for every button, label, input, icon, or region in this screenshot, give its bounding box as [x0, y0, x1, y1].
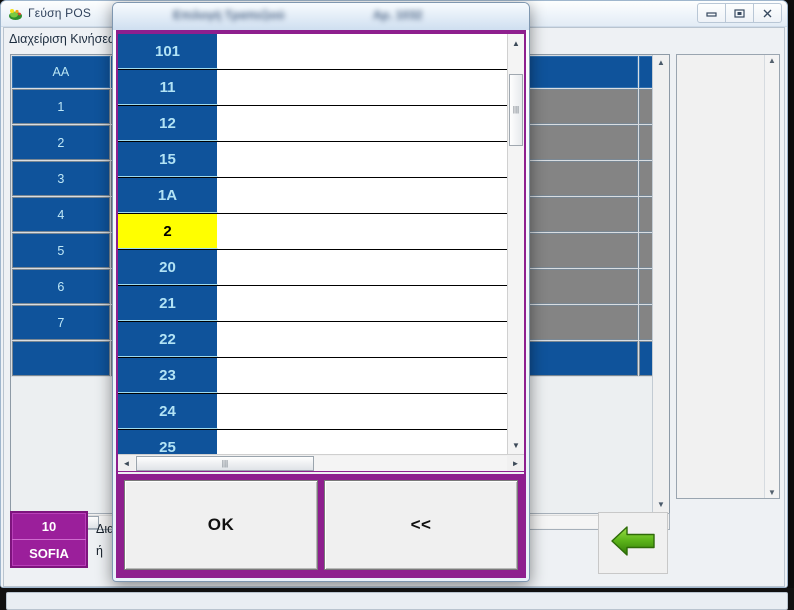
dialog-list-vertical-scrollbar[interactable]: ▲ ||| ▼	[507, 34, 524, 454]
dialog-body: 101 11 12 15 1A 2 20 21 22 23 24 25 ▲ ||| ▼ ◄ ||| ►…	[116, 30, 526, 578]
list-item-key: 20	[118, 250, 218, 285]
window-controls	[697, 3, 782, 23]
list-item-value	[218, 214, 507, 249]
table-number: 10	[12, 513, 86, 540]
list-item[interactable]: 23	[118, 358, 507, 394]
ok-button[interactable]: OK	[124, 480, 318, 570]
list-item[interactable]: 2	[118, 214, 507, 250]
grid-vertical-scrollbar[interactable]: ▲ ▼	[652, 55, 669, 513]
dialog-scroll-up-arrow[interactable]: ▲	[508, 35, 524, 51]
grid-vscroll-track[interactable]	[653, 71, 669, 497]
green-left-arrow-icon	[609, 521, 657, 566]
cell-aa: 2	[12, 125, 110, 160]
list-item-value	[218, 358, 507, 393]
dialog-titlebar: Επιλογή Τραπεζιού Αρ. 1032	[113, 3, 529, 30]
list-item-value	[218, 178, 507, 213]
list-item[interactable]: 101	[118, 34, 507, 70]
side-panel-scrollbar[interactable]: ▲ ▼	[764, 55, 779, 498]
cell-aa	[12, 341, 110, 376]
list-item-value	[218, 286, 507, 321]
list-item[interactable]: 22	[118, 322, 507, 358]
list-item-value	[218, 106, 507, 141]
dialog-vscroll-thumb[interactable]: |||	[509, 74, 523, 146]
selection-dialog: Επιλογή Τραπεζιού Αρ. 1032 101 11 12 15 1A 2 2…	[112, 2, 530, 582]
dialog-hscroll-track[interactable]: |||	[135, 455, 507, 471]
list-item-key: 23	[118, 358, 218, 393]
list-item-key: 22	[118, 322, 218, 357]
list-item-value	[218, 322, 507, 357]
table-selector-button[interactable]: 10 SOFIA	[10, 511, 88, 568]
list-item[interactable]: 24	[118, 394, 507, 430]
list-item-key: 12	[118, 106, 218, 141]
list-item[interactable]: 25	[118, 430, 507, 454]
list-item-key: 101	[118, 34, 218, 69]
cell-aa: 5	[12, 233, 110, 268]
list-item-key: 2	[118, 214, 218, 249]
close-button[interactable]	[753, 3, 782, 23]
dialog-list-horizontal-scrollbar[interactable]: ◄ ||| ►	[118, 454, 524, 471]
cell-aa: 7	[12, 305, 110, 340]
list-item[interactable]: 21	[118, 286, 507, 322]
dialog-list[interactable]: 101 11 12 15 1A 2 20 21 22 23 24 25	[118, 34, 507, 454]
list-item-key: 15	[118, 142, 218, 177]
list-item-value	[218, 430, 507, 454]
cell-aa: 4	[12, 197, 110, 232]
window-title: Γεύση POS	[28, 6, 92, 20]
list-item-value	[218, 250, 507, 285]
list-item-key: 25	[118, 430, 218, 454]
back-button-dialog[interactable]: <<	[324, 480, 518, 570]
list-item-value	[218, 34, 507, 69]
list-item[interactable]: 1A	[118, 178, 507, 214]
dialog-hscroll-thumb[interactable]: |||	[136, 455, 314, 471]
taskbar-inner	[6, 592, 788, 610]
dialog-title: Επιλογή Τραπεζιού	[173, 8, 285, 22]
side-panel-scroll-down-arrow[interactable]: ▼	[765, 488, 779, 497]
desktop-background: Γεύση POS Διαχείριση Κινήσεων ΚΩΔΙΚΟΣ Α	[0, 0, 794, 610]
cell-aa: 3	[12, 161, 110, 196]
minimize-button[interactable]	[697, 3, 726, 23]
desktop-taskbar-sliver	[0, 588, 794, 610]
list-item-key: 24	[118, 394, 218, 429]
list-item-value	[218, 394, 507, 429]
list-item-key: 21	[118, 286, 218, 321]
table-name: SOFIA	[29, 545, 69, 561]
grid-scroll-up-arrow[interactable]: ▲	[657, 55, 665, 71]
back-button[interactable]	[598, 512, 668, 574]
dialog-scroll-left-arrow[interactable]: ◄	[118, 459, 135, 468]
list-item[interactable]: 11	[118, 70, 507, 106]
list-item[interactable]: 12	[118, 106, 507, 142]
list-item-value	[218, 70, 507, 105]
dialog-scroll-right-arrow[interactable]: ►	[507, 459, 524, 468]
side-panel-scroll-up-arrow[interactable]: ▲	[765, 56, 779, 65]
dialog-list-area[interactable]: 101 11 12 15 1A 2 20 21 22 23 24 25 ▲ ||| ▼ ◄ ||| ►	[118, 34, 524, 472]
column-header-aa[interactable]: AA	[12, 56, 110, 88]
app-icon	[8, 7, 23, 22]
list-item[interactable]: 20	[118, 250, 507, 286]
cell-aa: 1	[12, 89, 110, 124]
maximize-button[interactable]	[725, 3, 754, 23]
list-item-value	[218, 142, 507, 177]
form-caption: Διαχείριση Κινήσεων	[9, 32, 124, 46]
dialog-button-bar: OK <<	[118, 474, 524, 576]
list-item-key: 11	[118, 70, 218, 105]
list-item-key: 1A	[118, 178, 218, 213]
side-detail-panel: ▲ ▼	[676, 54, 780, 499]
list-item[interactable]: 15	[118, 142, 507, 178]
grid-scroll-down-arrow[interactable]: ▼	[657, 497, 665, 513]
dialog-scroll-down-arrow[interactable]: ▼	[508, 437, 524, 453]
cell-aa: 6	[12, 269, 110, 304]
dialog-title-secondary: Αρ. 1032	[373, 8, 423, 22]
